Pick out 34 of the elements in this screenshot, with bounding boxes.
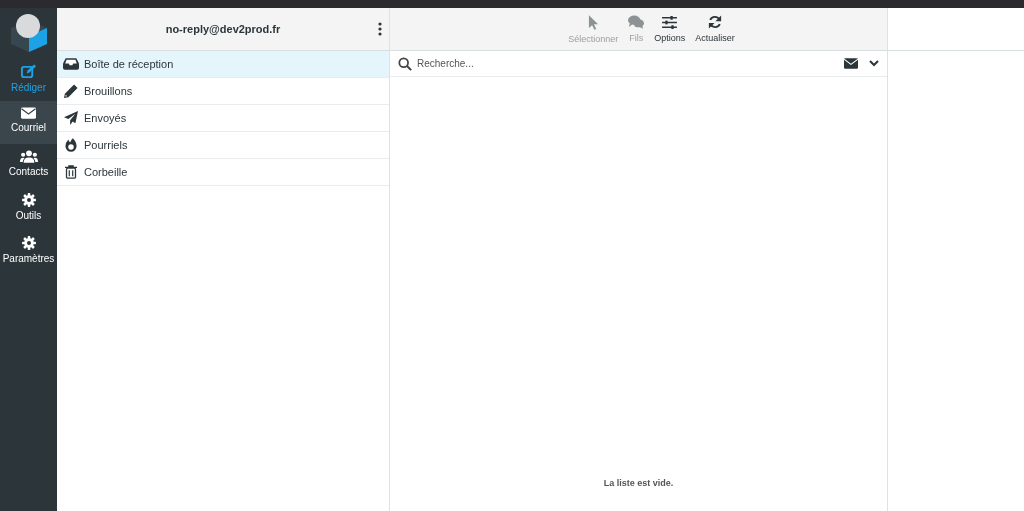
empty-message: La liste est vide.: [603, 478, 674, 488]
folder-item[interactable]: Boîte de réception: [57, 51, 389, 78]
logo-icon: [8, 12, 49, 52]
sliders-icon: [662, 15, 678, 29]
refresh-icon: [708, 15, 723, 29]
nav-item[interactable]: Paramètres: [0, 230, 57, 273]
trash-icon: [63, 165, 79, 179]
caret-icon[interactable]: [869, 60, 879, 67]
folder-item[interactable]: Brouillons: [57, 78, 389, 105]
inbox-icon: [63, 58, 79, 70]
chat-icon: [628, 15, 645, 29]
toolbar-button[interactable]: Actualiser: [692, 13, 738, 45]
folder-item[interactable]: Envoyés: [57, 105, 389, 132]
pencil-icon: [63, 84, 79, 98]
menu-icon[interactable]: [378, 22, 382, 36]
compose-button[interactable]: Rédiger: [0, 58, 57, 101]
gear-icon: [21, 193, 36, 207]
search-field[interactable]: Recherche...: [417, 58, 839, 69]
flame-icon: [63, 138, 79, 152]
account-title: no-reply@dev2prod.fr: [165, 23, 281, 35]
search-icon: [398, 56, 412, 71]
nav-item[interactable]: Outils: [0, 187, 57, 230]
pointer-icon: [587, 14, 599, 30]
folder-item[interactable]: Corbeille: [57, 159, 389, 186]
envelope-icon: [21, 107, 36, 119]
toolbar-button[interactable]: Options: [651, 13, 689, 45]
envelope-icon[interactable]: [844, 58, 858, 69]
compose-icon: [21, 64, 36, 79]
nav-item[interactable]: Contacts: [0, 144, 57, 187]
paper-plane-icon: [63, 111, 79, 125]
folder-item[interactable]: Pourriels: [57, 132, 389, 159]
nav-item[interactable]: Courriel: [0, 101, 57, 144]
gear-icon: [21, 236, 36, 250]
people-icon: [19, 150, 38, 163]
